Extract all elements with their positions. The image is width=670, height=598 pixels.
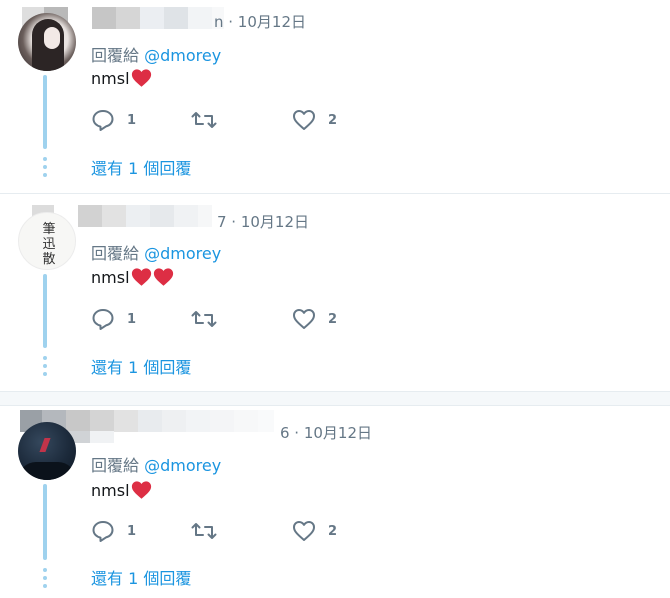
retweet-button[interactable] xyxy=(191,109,217,131)
reply-context: 回覆給 @dmorey xyxy=(91,42,221,66)
reply-button[interactable]: 1 xyxy=(91,308,136,330)
reply-count: 1 xyxy=(127,523,137,539)
reply-button[interactable]: 1 xyxy=(91,520,136,542)
reply-prefix: 回覆給 xyxy=(91,244,140,263)
heart-outline-icon xyxy=(293,110,315,130)
thread-line xyxy=(43,484,47,560)
reply-handle-link[interactable]: @dmorey xyxy=(144,46,221,65)
avatar-calligraphy: 筆迅散 xyxy=(42,222,56,267)
red-heart-emoji xyxy=(153,268,173,286)
tweet-body-text: nmsl xyxy=(91,68,130,88)
thread-line xyxy=(43,75,47,149)
reply-icon xyxy=(92,110,114,131)
reply-icon xyxy=(92,521,114,542)
reply-handle-link[interactable]: @dmorey xyxy=(144,456,221,475)
retweet-button[interactable] xyxy=(191,308,217,330)
tweet-actions: 1 2 xyxy=(91,109,391,131)
tweet-body-text: nmsl xyxy=(91,267,130,287)
reply-tweet[interactable]: n · 10月12日 回覆給 @dmorey nmsl 1 2 還有 1 個回覆 xyxy=(0,0,670,193)
reply-icon xyxy=(92,309,114,330)
tweet-text: nmsl xyxy=(91,68,152,88)
user-avatar[interactable] xyxy=(18,422,76,480)
like-button[interactable]: 2 xyxy=(292,308,337,330)
conversation-divider xyxy=(0,391,670,406)
reply-button[interactable]: 1 xyxy=(91,109,136,131)
reply-handle-link[interactable]: @dmorey xyxy=(144,244,221,263)
reply-prefix: 回覆給 xyxy=(91,46,140,65)
tweet-actions: 1 2 xyxy=(91,308,391,330)
reply-count: 1 xyxy=(127,311,137,327)
thread-dots xyxy=(42,356,48,380)
heart-outline-icon xyxy=(293,521,315,541)
tweet-text: nmsl xyxy=(91,267,174,287)
like-count: 2 xyxy=(328,112,338,128)
tweet-timestamp[interactable]: n · 10月12日 xyxy=(214,11,306,32)
show-more-replies-link[interactable]: 還有 1 個回覆 xyxy=(91,565,191,589)
like-count: 2 xyxy=(328,523,338,539)
reply-count: 1 xyxy=(127,112,137,128)
reply-context: 回覆給 @dmorey xyxy=(91,452,221,476)
retweet-icon xyxy=(191,112,217,128)
red-heart-emoji xyxy=(131,268,151,286)
like-count: 2 xyxy=(328,311,338,327)
thread-dots xyxy=(42,568,48,592)
thread-dots xyxy=(42,157,48,181)
reply-tweet[interactable]: 7 · 10月12日 筆迅散 回覆給 @dmorey nmsl 1 2 還有 1… xyxy=(0,194,670,391)
red-heart-emoji xyxy=(131,69,151,87)
show-more-replies-link[interactable]: 還有 1 個回覆 xyxy=(91,354,191,378)
heart-outline-icon xyxy=(293,309,315,329)
retweet-icon xyxy=(191,311,217,327)
like-button[interactable]: 2 xyxy=(292,520,337,542)
tweet-text: nmsl xyxy=(91,480,152,500)
tweet-body-text: nmsl xyxy=(91,480,130,500)
show-more-replies-link[interactable]: 還有 1 個回覆 xyxy=(91,155,191,179)
thread-line xyxy=(43,274,47,348)
tweet-timestamp[interactable]: 6 · 10月12日 xyxy=(280,422,372,443)
tweet-actions: 1 2 xyxy=(91,520,391,542)
retweet-icon xyxy=(191,523,217,539)
reply-tweet[interactable]: 6 · 10月12日 回覆給 @dmorey nmsl 1 2 還有 1 個回覆 xyxy=(0,406,670,598)
user-avatar[interactable]: 筆迅散 xyxy=(18,212,76,270)
tweet-timestamp[interactable]: 7 · 10月12日 xyxy=(217,211,309,232)
user-avatar[interactable] xyxy=(18,13,76,71)
retweet-button[interactable] xyxy=(191,520,217,542)
like-button[interactable]: 2 xyxy=(292,109,337,131)
red-heart-emoji xyxy=(131,481,151,499)
reply-prefix: 回覆給 xyxy=(91,456,140,475)
reply-context: 回覆給 @dmorey xyxy=(91,240,221,264)
